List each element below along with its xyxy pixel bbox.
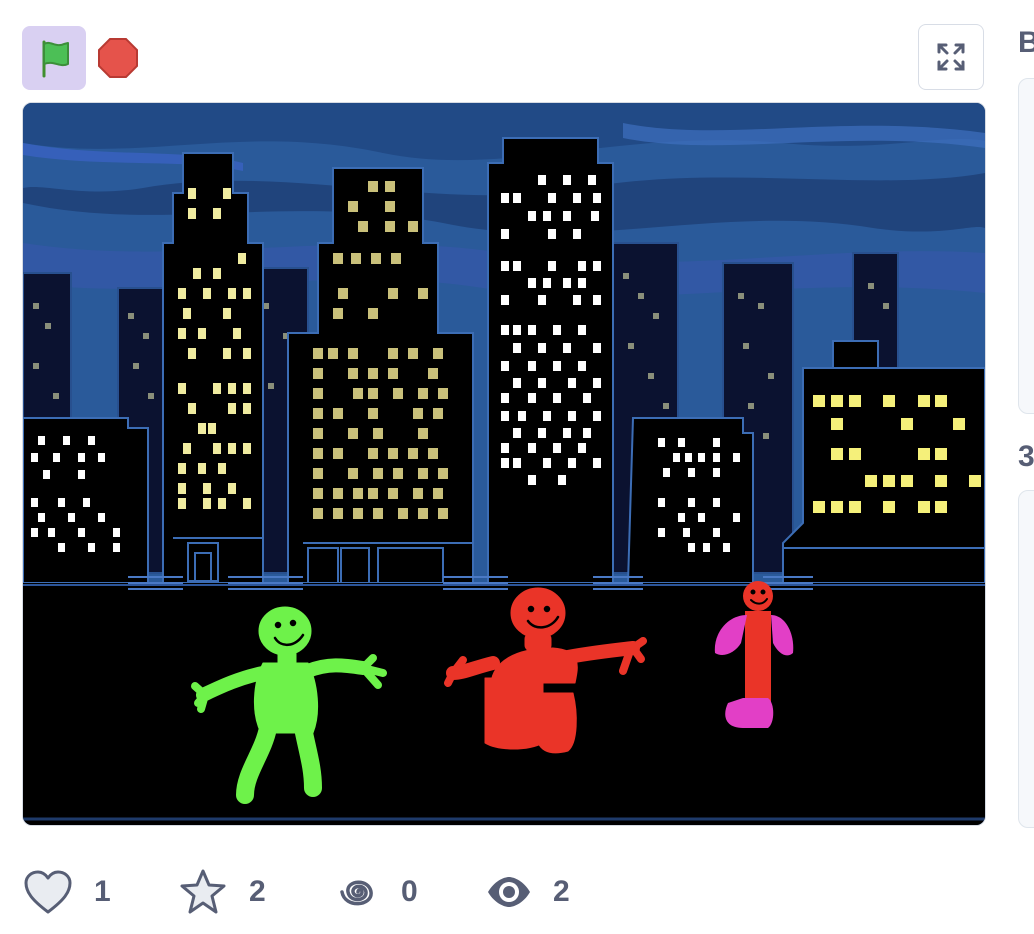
side-panel-heading: B xyxy=(1018,26,1034,59)
stop-button[interactable] xyxy=(96,36,140,80)
project-stage[interactable] xyxy=(22,102,986,826)
love-stat[interactable]: 1 xyxy=(22,868,177,916)
fullscreen-button[interactable] xyxy=(918,24,984,90)
stage-scene xyxy=(23,103,985,825)
side-panel-subheading: 3 xyxy=(1018,440,1034,473)
side-panel-card xyxy=(1018,78,1034,414)
view-stat: 2 xyxy=(485,874,570,910)
heart-icon xyxy=(24,870,72,914)
fullscreen-icon xyxy=(937,43,965,71)
stop-sign-icon xyxy=(98,38,138,78)
side-panel-card-2 xyxy=(1018,490,1034,828)
love-count: 1 xyxy=(94,875,111,908)
favorite-stat[interactable]: 2 xyxy=(177,867,335,917)
green-flag-button[interactable] xyxy=(22,26,86,90)
remix-spiral-icon xyxy=(340,880,373,906)
remix-count: 0 xyxy=(401,875,418,908)
eye-icon xyxy=(488,877,530,907)
view-count: 2 xyxy=(553,875,570,908)
green-flag-icon xyxy=(42,40,69,78)
remix-stat[interactable]: 0 xyxy=(335,869,485,915)
favorite-count: 2 xyxy=(249,875,266,908)
project-stats: 1 2 0 2 xyxy=(22,862,570,922)
star-icon xyxy=(180,869,226,914)
